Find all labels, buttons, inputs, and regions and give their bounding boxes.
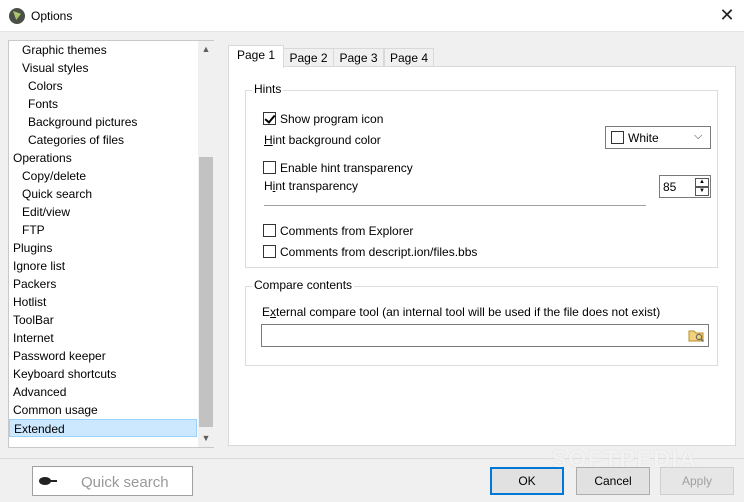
sidebar-item-label: Hotlist [13,295,47,309]
sidebar-item-label: Common usage [13,403,98,417]
sidebar-item-label: Operations [13,151,72,165]
sidebar-item-ignore-list[interactable]: Ignore list [9,257,197,275]
external-compare-label: External compare tool (an internal tool … [262,305,661,319]
folder-icon[interactable] [688,328,705,343]
transparency-slider-track[interactable] [264,205,646,206]
sidebar-item-label: Advanced [13,385,67,399]
sidebar-item-colors[interactable]: Colors [9,77,197,95]
sidebar-item-label: Extended [14,422,65,436]
enable-hint-transparency-checkbox[interactable] [263,161,276,174]
sidebar-item-plugins[interactable]: Plugins [9,239,197,257]
scroll-down-icon[interactable]: ▼ [198,430,214,447]
app-logo-icon [9,8,25,24]
sidebar-item-fonts[interactable]: Fonts [9,95,197,113]
comments-explorer-label: Comments from Explorer [280,224,414,238]
scroll-up-icon[interactable]: ▲ [198,41,214,58]
sidebar-item-edit-view[interactable]: Edit/view [9,203,197,221]
sidebar-item-packers[interactable]: Packers [9,275,197,293]
hint-bg-color-label: Hint background color [264,133,381,147]
compare-group-label: Compare contents [252,278,355,292]
sidebar-item-graphic-themes[interactable]: Graphic themes [9,41,197,59]
sidebar-item-background-pictures[interactable]: Background pictures [9,113,197,131]
hints-group-label: Hints [252,82,284,96]
hint-bg-color-select[interactable]: White ⌵ [605,126,711,149]
hints-group: Hints Show program icon Hint background … [245,82,718,268]
quick-search-box[interactable]: Quick search [32,466,193,496]
sidebar-item-label: Quick search [22,187,93,201]
enable-hint-transparency-label: Enable hint transparency [280,161,413,175]
sidebar-item-operations[interactable]: Operations [9,149,197,167]
sidebar-item-label: Internet [13,331,54,345]
spin-up-icon[interactable]: ▲ [695,178,709,187]
sidebar-item-ftp[interactable]: FTP [9,221,197,239]
quick-search-placeholder[interactable]: Quick search [81,474,169,491]
options-tree: Graphic themes Visual styles Colors Fonts Ba… [8,40,214,448]
window-title: Options [31,9,73,23]
sidebar-item-categories-of-files[interactable]: Categories of files [9,131,197,149]
tree-scrollbar[interactable]: ▲ ▼ [198,41,214,447]
sidebar-item-toolbar[interactable]: ToolBar [9,311,197,329]
sidebar-item-label: Colors [28,79,63,93]
color-swatch [611,131,624,144]
settings-panel: Hints Show program icon Hint background … [228,66,736,446]
sidebar-item-label: Categories of files [28,133,125,147]
close-icon[interactable]: ✕ [714,4,740,28]
sidebar-item-label: Background pictures [28,115,138,129]
sidebar-item-label: Copy/delete [22,169,87,183]
sidebar-item-hotlist[interactable]: Hotlist [9,293,197,311]
sidebar-item-quick-search[interactable]: Quick search [9,185,197,203]
tab-page-1[interactable]: Page 1 [228,45,284,68]
sidebar-item-label: Plugins [13,241,53,255]
tab-page-3[interactable]: Page 3 [333,48,384,68]
sidebar-item-password-keeper[interactable]: Password keeper [9,347,197,365]
sidebar-item-label: FTP [22,223,45,237]
sidebar-item-internet[interactable]: Internet [9,329,197,347]
tree-list: Graphic themes Visual styles Colors Fonts Ba… [9,41,197,447]
hint-transparency-spinner[interactable]: 85 ▲ ▼ [659,175,711,198]
key-icon [39,477,57,485]
comments-descript-checkbox[interactable] [263,245,276,258]
hint-transparency-label: Hint transparency [264,179,359,193]
sidebar-item-advanced[interactable]: Advanced [9,383,197,401]
tab-page-4[interactable]: Page 4 [384,48,434,68]
tab-page-2[interactable]: Page 2 [283,48,334,68]
sidebar-item-label: Password keeper [13,349,106,363]
comments-explorer-checkbox[interactable] [263,224,276,237]
show-program-icon-label: Show program icon [280,112,384,126]
show-program-icon-checkbox[interactable] [263,112,276,125]
sidebar-item-label: Keyboard shortcuts [13,367,117,381]
title-bar: Options ✕ [0,0,744,32]
sidebar-item-common-usage[interactable]: Common usage [9,401,197,419]
sidebar-item-label: Edit/view [22,205,71,219]
external-compare-input[interactable] [261,324,709,347]
compare-group: Compare contents External compare tool (… [245,278,718,366]
sidebar-item-label: Visual styles [22,61,89,75]
spinner-value[interactable]: 85 [663,180,676,194]
sidebar-item-label: Packers [13,277,57,291]
spin-down-icon[interactable]: ▼ [695,187,709,196]
sidebar-item-copy-delete[interactable]: Copy/delete [9,167,197,185]
sidebar-item-visual-styles[interactable]: Visual styles [9,59,197,77]
sidebar-item-label: Ignore list [13,259,66,273]
scroll-thumb[interactable] [199,157,213,427]
sidebar-item-keyboard-shortcuts[interactable]: Keyboard shortcuts [9,365,197,383]
sidebar-item-label: Graphic themes [22,43,107,57]
sidebar-item-label: Fonts [28,97,59,111]
comments-descript-label: Comments from descript.ion/files.bbs [280,245,478,259]
color-value: White [628,131,659,145]
watermark: SOFTPEDIA [551,446,698,473]
sidebar-item-extended[interactable]: Extended [9,419,197,437]
chevron-down-icon: ⌵ [694,130,703,142]
sidebar-item-label: ToolBar [13,313,54,327]
